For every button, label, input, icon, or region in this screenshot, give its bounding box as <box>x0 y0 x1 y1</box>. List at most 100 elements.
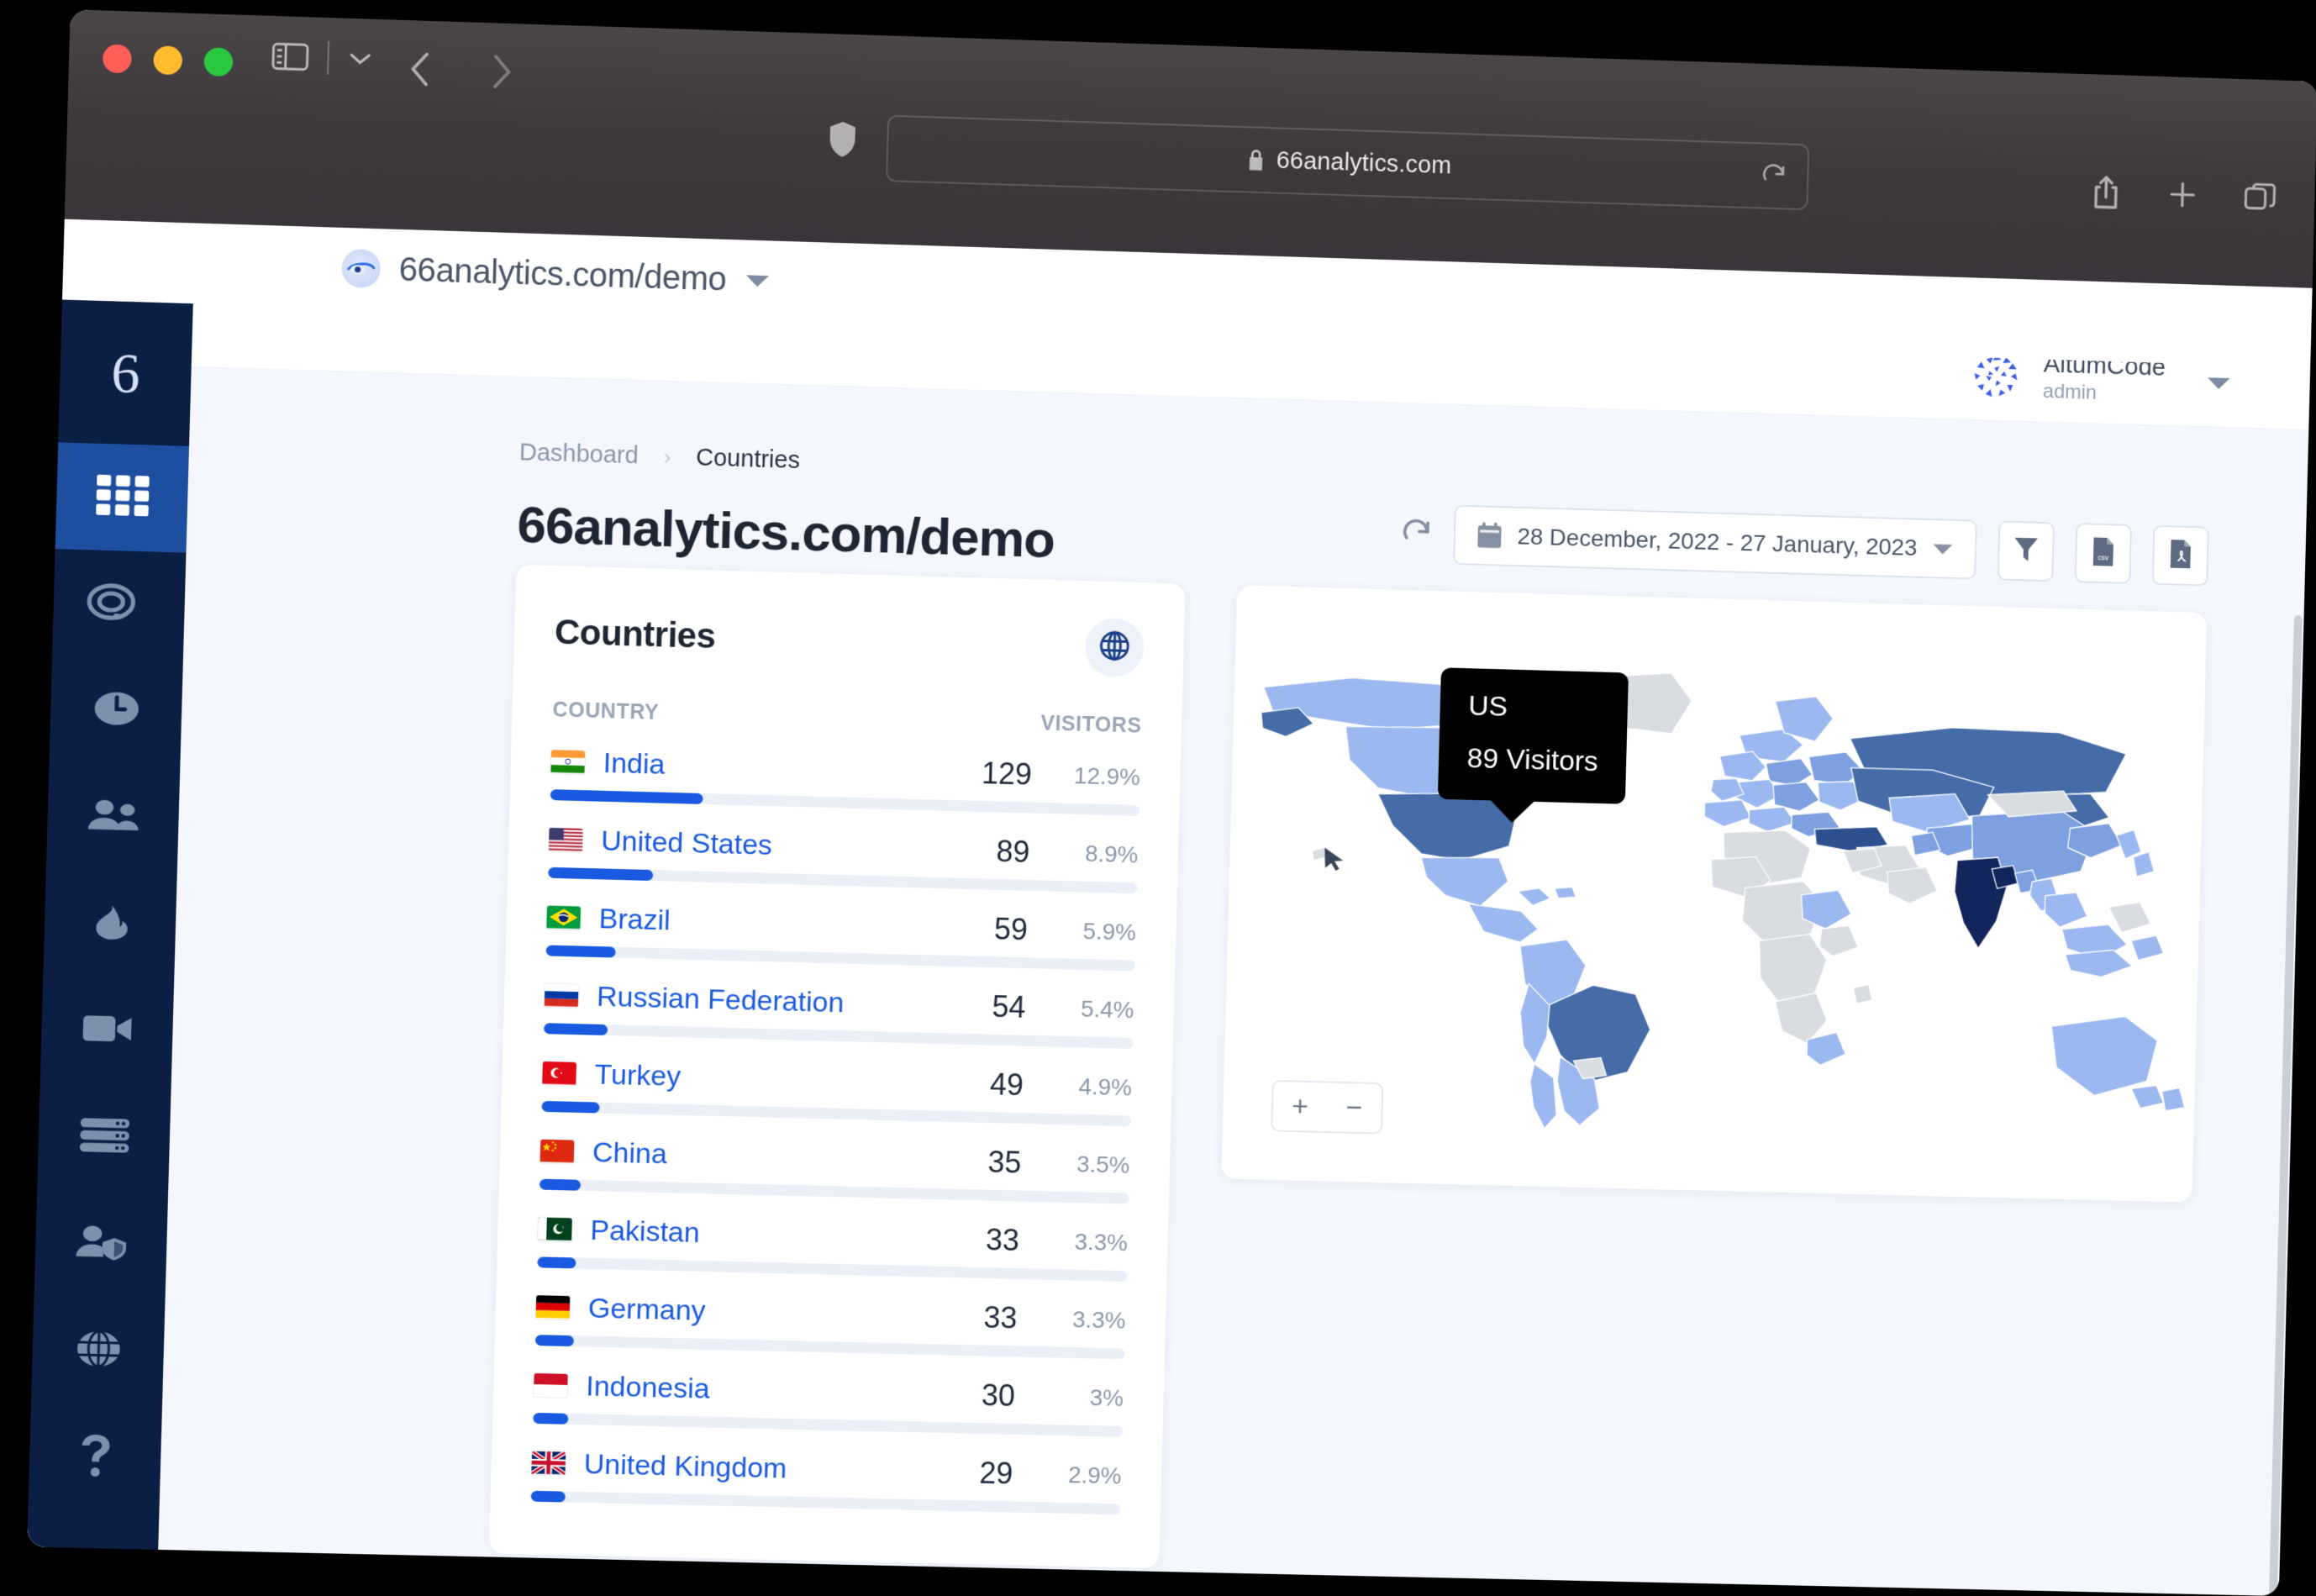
tabs-icon[interactable] <box>2244 181 2277 213</box>
country-row-main: United Kingdom292.9% <box>531 1446 1122 1494</box>
export-pdf-button[interactable] <box>2152 525 2209 587</box>
chrome-left-controls <box>271 40 373 76</box>
breadcrumb-current: Countries <box>696 445 801 475</box>
country-visitors: 89 <box>996 834 1030 870</box>
flag-icon-br <box>546 906 581 930</box>
country-name[interactable]: Indonesia <box>586 1370 982 1412</box>
chevron-left-icon[interactable] <box>406 49 435 90</box>
user-role: admin <box>2043 378 2166 408</box>
sidebar-item-domains[interactable] <box>31 1296 166 1406</box>
country-row-main: Russian Federation54 5.4% <box>545 977 1134 1028</box>
country-visitors: 29 <box>979 1456 1013 1492</box>
table-row[interactable]: Germany333.3% <box>535 1289 1126 1359</box>
country-row-main: India12912.9% <box>550 744 1140 795</box>
page-scrollbar[interactable] <box>2263 615 2302 1596</box>
progress-bar <box>545 945 1135 971</box>
country-name[interactable]: India <box>603 746 982 789</box>
sidebar-item-history[interactable] <box>50 656 183 766</box>
close-button[interactable] <box>103 44 132 73</box>
nav-arrows <box>406 49 516 92</box>
table-row[interactable]: United States898.9% <box>548 822 1139 893</box>
country-percent: 3% <box>1043 1383 1124 1412</box>
cursor-icon <box>1321 846 1347 876</box>
table-row[interactable]: China353.5% <box>540 1134 1130 1204</box>
breadcrumb-dashboard[interactable]: Dashboard <box>518 439 639 470</box>
zoom-in-button[interactable]: + <box>1292 1090 1309 1123</box>
progress-bar <box>533 1413 1123 1437</box>
caret-down-icon[interactable] <box>745 271 770 289</box>
country-name[interactable]: United Kingdom <box>583 1448 980 1489</box>
main-content: AltumCode admin Dashboard › Countries 66… <box>158 303 2310 1596</box>
csv-file-icon: csv <box>2092 537 2115 570</box>
flag-icon-cn <box>540 1140 575 1164</box>
globe-icon <box>74 1329 123 1372</box>
country-name[interactable]: Germany <box>587 1292 984 1334</box>
country-visitors: 54 <box>992 989 1026 1025</box>
country-name[interactable]: Brazil <box>598 903 994 945</box>
flag-icon-in <box>550 750 585 774</box>
maximize-button[interactable] <box>203 47 233 76</box>
flag-icon-tr <box>542 1061 576 1086</box>
reload-icon[interactable] <box>1761 162 1787 190</box>
table-row[interactable]: Brazil595.9% <box>545 900 1136 972</box>
tooltip-country: US <box>1468 690 1600 726</box>
chevron-right-icon: › <box>663 444 671 470</box>
chevron-down-icon[interactable] <box>347 50 373 68</box>
progress-bar <box>535 1335 1125 1359</box>
browser-window: 66analytics.com <box>27 9 2316 1596</box>
refresh-icon[interactable] <box>1401 518 1434 550</box>
filter-button[interactable] <box>1998 520 2055 582</box>
table-row[interactable]: India12912.9% <box>550 744 1141 816</box>
table-row[interactable]: Pakistan333.3% <box>537 1211 1128 1282</box>
address-bar[interactable]: 66analytics.com <box>886 115 1809 211</box>
plus-icon[interactable] <box>2166 178 2198 211</box>
country-percent: 5.4% <box>1054 995 1134 1024</box>
sidebar-item-realtime[interactable] <box>52 549 186 659</box>
country-percent: 12.9% <box>1060 762 1140 791</box>
table-row[interactable]: Indonesia303% <box>533 1367 1124 1437</box>
country-percent: 3.5% <box>1050 1151 1130 1179</box>
sidebar-item-servers[interactable] <box>37 1082 171 1193</box>
country-row-main: China353.5% <box>540 1134 1130 1183</box>
sidebar-icon[interactable] <box>271 42 309 71</box>
progress-bar <box>550 789 1140 816</box>
sidebar-item-recordings[interactable] <box>40 976 174 1086</box>
people-icon <box>87 796 140 839</box>
sidebar-item-events[interactable] <box>43 869 176 979</box>
app-logo[interactable]: 6 <box>58 300 193 446</box>
table-row[interactable]: United Kingdom292.9% <box>530 1446 1122 1514</box>
country-visitors: 33 <box>983 1300 1018 1336</box>
chevron-right-icon[interactable] <box>487 51 516 92</box>
country-name[interactable]: China <box>592 1136 988 1178</box>
country-name[interactable]: Russian Federation <box>597 980 992 1023</box>
country-name[interactable]: Turkey <box>594 1058 991 1101</box>
country-name[interactable]: United States <box>601 824 997 867</box>
sidebar-item-roles[interactable] <box>34 1189 169 1299</box>
sidebar-item-help[interactable] <box>28 1403 162 1513</box>
sidebar-item-dashboard[interactable] <box>55 442 189 552</box>
table-row[interactable]: Turkey494.9% <box>541 1056 1132 1126</box>
minimize-button[interactable] <box>153 45 182 75</box>
globe-toggle-button[interactable] <box>1085 618 1145 677</box>
share-icon[interactable] <box>2091 174 2121 211</box>
country-name[interactable]: Pakistan <box>590 1214 987 1256</box>
zoom-out-button[interactable]: − <box>1345 1091 1363 1124</box>
countries-list: India12912.9%United States898.9%Brazil59… <box>530 744 1140 1514</box>
tooltip-visitors: 89 Visitors <box>1466 742 1598 778</box>
country-visitors: 59 <box>993 912 1028 948</box>
table-row[interactable]: Russian Federation54 5.4% <box>544 977 1134 1049</box>
caret-down-icon[interactable] <box>2206 375 2231 391</box>
url-text: 66analytics.com <box>1276 147 1451 180</box>
caret-down-icon[interactable] <box>1932 542 1954 556</box>
video-icon <box>82 1011 134 1051</box>
shield-icon[interactable] <box>828 121 857 157</box>
country-percent: 4.9% <box>1051 1072 1132 1101</box>
app-body: 6 <box>27 300 2310 1596</box>
export-csv-button[interactable]: csv <box>2075 523 2132 584</box>
site-title: 66analytics.com/demo <box>398 250 727 298</box>
sidebar-item-visitors[interactable] <box>46 762 180 872</box>
country-percent: 3.3% <box>1047 1228 1128 1256</box>
progress-bar <box>541 1101 1131 1126</box>
progress-bar <box>530 1491 1120 1515</box>
clock-icon <box>91 688 141 733</box>
